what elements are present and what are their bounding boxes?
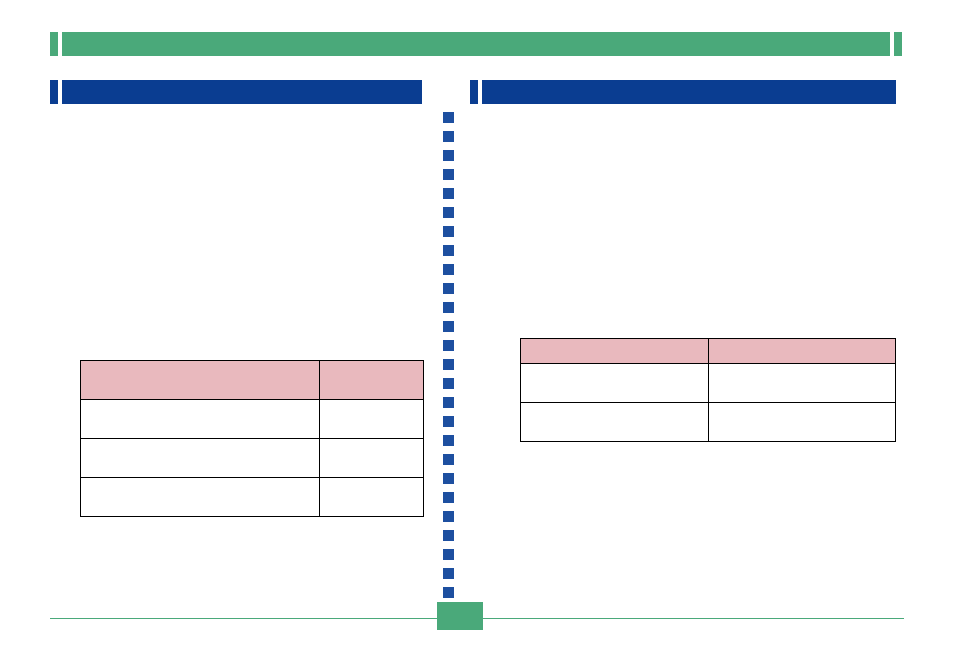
- table-row: [521, 403, 896, 442]
- vertical-divider-dots: [443, 112, 454, 598]
- table-header-row: [81, 361, 424, 400]
- left-heading-bar: [62, 80, 422, 104]
- table-cell: [708, 364, 896, 403]
- table-header-cell: [319, 361, 423, 400]
- left-heading-tick: [50, 80, 58, 104]
- table-row: [81, 478, 424, 517]
- right-table: [520, 338, 896, 442]
- table-header-cell: [708, 339, 896, 364]
- table-row: [81, 400, 424, 439]
- right-heading-tick: [470, 80, 478, 104]
- table-header-cell: [521, 339, 709, 364]
- table-cell: [708, 403, 896, 442]
- table-header-cell: [81, 361, 320, 400]
- table-header-row: [521, 339, 896, 364]
- banner-tick-right: [894, 32, 902, 56]
- table-cell: [81, 478, 320, 517]
- table-cell: [319, 478, 423, 517]
- top-banner: [62, 32, 890, 56]
- left-table: [80, 360, 424, 517]
- table-row: [521, 364, 896, 403]
- banner-tick-left: [50, 32, 58, 56]
- table-cell: [319, 439, 423, 478]
- page: [0, 0, 954, 646]
- right-heading-bar: [482, 80, 896, 104]
- table-cell: [521, 364, 709, 403]
- table-cell: [81, 439, 320, 478]
- page-number-box: [437, 602, 483, 630]
- table-cell: [521, 403, 709, 442]
- table-cell: [81, 400, 320, 439]
- table-cell: [319, 400, 423, 439]
- table-row: [81, 439, 424, 478]
